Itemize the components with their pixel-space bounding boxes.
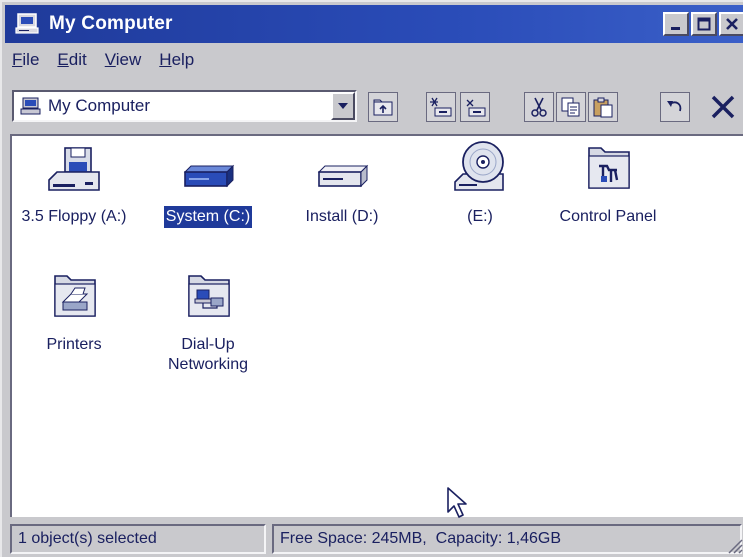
address-value: My Computer <box>48 96 151 115</box>
menu-bar: File Edit View Help <box>12 50 194 76</box>
map-drive-icon <box>430 97 452 117</box>
maximize-button[interactable] <box>691 12 717 36</box>
window-title: My Computer <box>49 13 173 34</box>
disconnect-drive-icon <box>466 99 486 117</box>
title-bar[interactable]: My Computer <box>5 5 743 43</box>
drive-item-system-c[interactable]: System (C:) <box>148 146 268 229</box>
menu-help[interactable]: Help <box>159 50 194 76</box>
up-one-level-button[interactable] <box>368 92 398 122</box>
printers-folder-icon <box>54 275 96 317</box>
computer-icon <box>15 13 39 34</box>
folder-item-dialup-networking[interactable]: Dial-Up Networking <box>148 268 268 376</box>
control-panel-folder-icon <box>588 147 630 189</box>
status-selection: 1 object(s) selected <box>10 524 266 554</box>
item-label: (E:) <box>467 208 493 225</box>
cut-icon <box>531 97 547 117</box>
up-folder-icon <box>373 99 393 116</box>
item-label: 3.5 Floppy (A:) <box>21 208 127 225</box>
status-disk-text: Free Space: 245MB, Capacity: 1,46GB <box>280 530 562 547</box>
close-icon <box>726 18 738 30</box>
undo-icon <box>667 101 682 112</box>
menu-edit[interactable]: Edit <box>57 50 86 76</box>
hard-drive-icon <box>183 164 235 188</box>
mouse-pointer-icon <box>447 487 467 518</box>
toolbar: My Computer <box>8 86 743 128</box>
item-label: Printers <box>46 336 102 353</box>
undo-button[interactable] <box>660 92 690 122</box>
map-drive-button[interactable] <box>426 92 456 122</box>
my-computer-window: My Computer File Edit View Help My Compu… <box>0 0 743 557</box>
delete-button[interactable] <box>708 92 738 122</box>
drive-item-e[interactable]: (E:) <box>420 140 540 228</box>
paste-icon <box>593 97 613 118</box>
address-combobox[interactable]: My Computer <box>12 90 357 122</box>
dialup-folder-icon <box>188 275 230 317</box>
item-label: Install (D:) <box>305 208 379 225</box>
cd-drive-icon <box>454 141 504 191</box>
close-button[interactable] <box>719 12 743 36</box>
chevron-down-icon <box>338 103 348 109</box>
resize-grip-icon[interactable] <box>725 536 743 554</box>
copy-icon <box>561 97 580 117</box>
folder-item-printers[interactable]: Printers <box>14 268 134 356</box>
paste-button[interactable] <box>588 92 618 122</box>
computer-icon <box>20 97 41 115</box>
address-dropdown-button[interactable] <box>331 92 355 120</box>
delete-icon <box>711 95 735 119</box>
drive-item-install-d[interactable]: Install (D:) <box>282 146 402 228</box>
menu-file[interactable]: File <box>12 50 39 76</box>
floppy-drive-icon <box>48 147 100 191</box>
item-label: Control Panel <box>559 208 657 225</box>
status-disk-info: Free Space: 245MB, Capacity: 1,46GB <box>272 524 742 554</box>
disconnect-drive-button[interactable] <box>460 92 490 122</box>
cut-button[interactable] <box>524 92 554 122</box>
minimize-button[interactable] <box>663 12 689 36</box>
copy-button[interactable] <box>556 92 586 122</box>
maximize-icon <box>697 17 711 31</box>
drive-item-floppy[interactable]: 3.5 Floppy (A:) <box>14 146 134 228</box>
minimize-icon <box>671 27 680 30</box>
hard-drive-icon <box>317 164 369 188</box>
status-bar: 1 object(s) selected Free Space: 245MB, … <box>8 522 743 556</box>
item-label: System (C:) <box>162 205 254 229</box>
folder-item-control-panel[interactable]: Control Panel <box>548 140 668 228</box>
menu-view[interactable]: View <box>105 50 142 76</box>
status-selection-text: 1 object(s) selected <box>18 530 157 547</box>
file-view[interactable]: 3.5 Floppy (A:) System (C:) Install (D:) <box>10 134 743 518</box>
item-label: Dial-Up Networking <box>167 336 249 373</box>
